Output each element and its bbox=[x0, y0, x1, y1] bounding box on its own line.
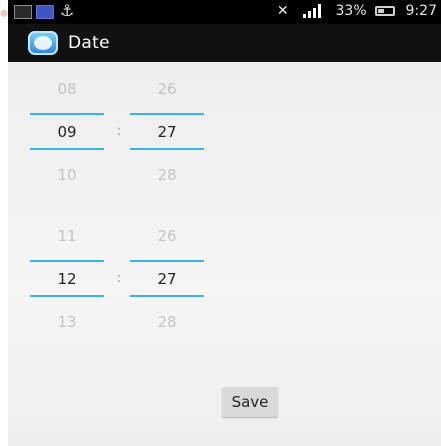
signal-icon bbox=[303, 4, 325, 18]
time-picker-1: 08 09 10 : 26 27 28 bbox=[30, 80, 206, 200]
picker-2-col-2-prev[interactable]: 26 bbox=[130, 227, 204, 245]
picker-1-col-2-prev[interactable]: 26 bbox=[130, 80, 204, 98]
picker-2-col-1-current[interactable]: 12 bbox=[30, 270, 104, 288]
selection-line-bottom bbox=[30, 295, 104, 297]
action-bar-title: Date bbox=[68, 33, 110, 53]
battery-icon bbox=[375, 6, 396, 16]
picker-1-separator: : bbox=[116, 123, 122, 139]
picker-2-col-1-next[interactable]: 13 bbox=[30, 313, 104, 331]
selection-line-top bbox=[30, 113, 104, 115]
status-right: ✕ 33% 9:27 bbox=[277, 3, 437, 19]
selection-line-top bbox=[130, 113, 204, 115]
time-picker-2: 11 12 13 : 26 27 28 bbox=[30, 227, 206, 347]
usb-icon: ⚓ bbox=[60, 1, 75, 20]
status-bar: ⚓ ✕ 33% 9:27 bbox=[8, 0, 441, 24]
picker-2-col-2-next[interactable]: 28 bbox=[130, 313, 204, 331]
app-icon[interactable] bbox=[28, 31, 58, 55]
mute-icon: ✕ bbox=[276, 3, 289, 19]
status-time: 9:27 bbox=[405, 3, 437, 19]
selection-line-top bbox=[30, 260, 104, 262]
selection-line-top bbox=[130, 260, 204, 262]
app-screen: ⚓ ✕ 33% 9:27 Date 08 09 10: 26 27 28 11… bbox=[0, 0, 441, 446]
battery-percent: 33% bbox=[335, 3, 367, 19]
save-button[interactable]: Save bbox=[222, 387, 278, 417]
picker-1-col-1-prev[interactable]: 08 bbox=[30, 80, 104, 98]
selection-line-bottom bbox=[130, 148, 204, 150]
image-icon bbox=[14, 5, 32, 19]
selection-line-bottom bbox=[30, 148, 104, 150]
picker-2-col-2-current[interactable]: 27 bbox=[130, 270, 204, 288]
picker-1-col-2-current[interactable]: 27 bbox=[130, 123, 204, 141]
content-area: 08 09 10 : 26 27 28 11 12 13: 26 27 28 … bbox=[8, 62, 441, 446]
selection-line-bottom bbox=[130, 295, 204, 297]
picker-1-col-1-next[interactable]: 10 bbox=[30, 166, 104, 184]
picker-2-col-1-prev[interactable]: 11 bbox=[30, 227, 104, 245]
picker-1-col-2-next[interactable]: 28 bbox=[130, 166, 204, 184]
calendar-icon bbox=[36, 5, 54, 19]
picker-2-separator: : bbox=[116, 270, 122, 286]
picker-1-col-1-current[interactable]: 09 bbox=[30, 123, 104, 141]
action-bar: Date bbox=[8, 24, 441, 62]
